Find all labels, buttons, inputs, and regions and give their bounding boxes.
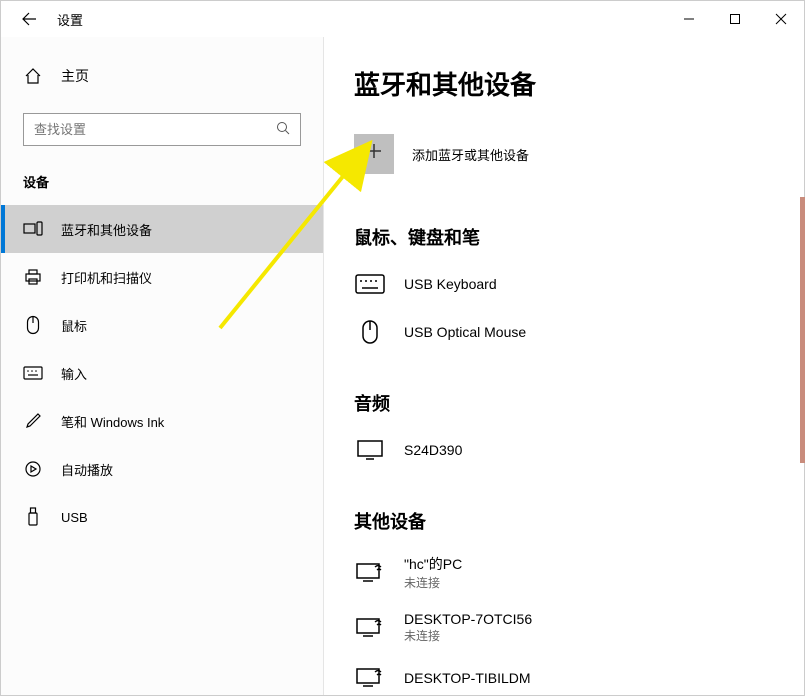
sidebar-item-label: 笔和 Windows Ink — [61, 412, 164, 431]
device-status: 未连接 — [404, 574, 462, 591]
sidebar-section-title: 设备 — [1, 160, 323, 205]
sidebar-item-bluetooth[interactable]: 蓝牙和其他设备 — [1, 205, 323, 253]
sidebar-home-label: 主页 — [61, 66, 89, 86]
pc-icon — [354, 614, 386, 642]
device-name: S24D390 — [404, 442, 462, 458]
device-item[interactable]: USB Optical Mouse — [354, 308, 774, 356]
section-heading: 其他设备 — [354, 508, 774, 534]
page-title: 蓝牙和其他设备 — [354, 65, 774, 102]
sidebar-item-label: 输入 — [61, 364, 87, 383]
autoplay-icon — [23, 459, 43, 479]
search-input[interactable] — [34, 122, 276, 137]
device-name: USB Keyboard — [404, 276, 497, 292]
pen-icon — [23, 411, 43, 431]
pc-icon — [354, 664, 386, 692]
titlebar: 设置 — [1, 1, 804, 37]
sidebar-item-label: 蓝牙和其他设备 — [61, 220, 152, 239]
printer-icon — [23, 267, 43, 287]
sidebar-item-label: 打印机和扫描仪 — [61, 268, 152, 287]
arrow-left-icon — [21, 11, 37, 27]
sidebar-item-mouse[interactable]: 鼠标 — [1, 301, 323, 349]
sidebar-item-autoplay[interactable]: 自动播放 — [1, 445, 323, 493]
add-button[interactable] — [354, 134, 394, 174]
sidebar-item-pen[interactable]: 笔和 Windows Ink — [1, 397, 323, 445]
device-item[interactable]: DESKTOP-7OTCI56 未连接 — [354, 601, 774, 654]
minimize-button[interactable] — [666, 3, 712, 35]
keyboard-icon — [354, 270, 386, 298]
device-status: 未连接 — [404, 627, 532, 644]
keyboard-icon — [23, 363, 43, 383]
back-button[interactable] — [17, 7, 41, 31]
device-name: "hc"的PC — [404, 554, 462, 574]
device-item[interactable]: S24D390 — [354, 426, 774, 474]
sidebar-item-typing[interactable]: 输入 — [1, 349, 323, 397]
device-name: DESKTOP-7OTCI56 — [404, 611, 532, 627]
sidebar-item-label: 鼠标 — [61, 316, 87, 335]
device-item[interactable]: USB Keyboard — [354, 260, 774, 308]
sidebar-home[interactable]: 主页 — [1, 57, 323, 95]
close-icon — [775, 13, 787, 25]
maximize-button[interactable] — [712, 3, 758, 35]
minimize-icon — [683, 13, 695, 25]
add-device-row[interactable]: 添加蓝牙或其他设备 — [354, 134, 774, 174]
device-item[interactable]: DESKTOP-TIBILDM — [354, 654, 774, 695]
sidebar-item-usb[interactable]: USB — [1, 493, 323, 541]
section-heading: 音频 — [354, 390, 774, 416]
device-item[interactable]: "hc"的PC 未连接 — [354, 544, 774, 601]
device-name: DESKTOP-TIBILDM — [404, 670, 531, 686]
mouse-icon — [23, 315, 43, 335]
home-icon — [23, 66, 43, 86]
sidebar: 主页 设备 蓝牙和其他设备 打印机和扫描仪 — [1, 37, 324, 695]
pc-icon — [354, 559, 386, 587]
add-device-label: 添加蓝牙或其他设备 — [412, 145, 529, 164]
plus-icon — [364, 141, 384, 167]
sidebar-item-printers[interactable]: 打印机和扫描仪 — [1, 253, 323, 301]
decorative-edge — [800, 197, 805, 463]
close-button[interactable] — [758, 3, 804, 35]
section-heading: 鼠标、键盘和笔 — [354, 224, 774, 250]
sidebar-item-label: 自动播放 — [61, 460, 113, 479]
devices-icon — [23, 219, 43, 239]
usb-icon — [23, 507, 43, 527]
maximize-icon — [729, 13, 741, 25]
mouse-icon — [354, 318, 386, 346]
search-icon — [276, 121, 290, 138]
window-title: 设置 — [57, 10, 83, 29]
sidebar-item-label: USB — [61, 510, 88, 525]
search-box[interactable] — [23, 113, 301, 146]
main-content: 蓝牙和其他设备 添加蓝牙或其他设备 鼠标、键盘和笔 USB Keyboard — [324, 37, 804, 695]
monitor-icon — [354, 436, 386, 464]
device-name: USB Optical Mouse — [404, 324, 526, 340]
